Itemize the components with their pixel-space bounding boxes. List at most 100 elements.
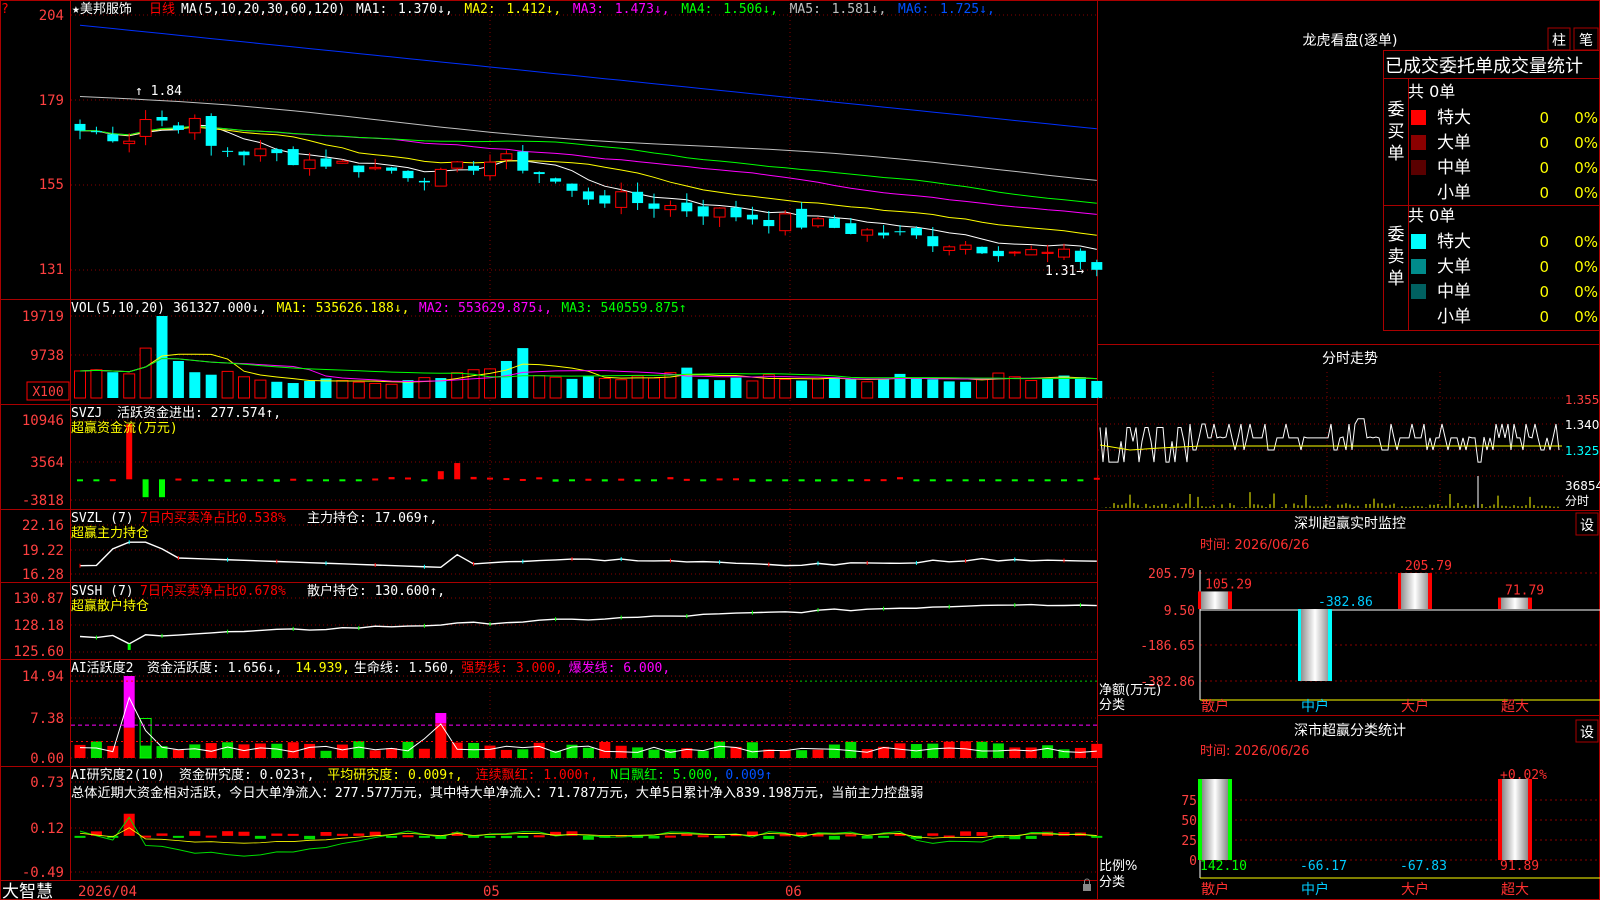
volume-bar xyxy=(352,381,365,399)
category-label: 散户 xyxy=(1201,881,1229,898)
main-chart-canvas[interactable]: ↑ 1.84 1.31→ 205.79 9.50 -186.65 -382.86 105.… xyxy=(0,0,1600,900)
flow-bar xyxy=(700,479,707,482)
order-pct: 0% xyxy=(1574,184,1598,202)
candle-body xyxy=(90,131,102,133)
flow-bar xyxy=(798,479,805,482)
candle-body xyxy=(664,205,677,211)
research-bar xyxy=(418,835,430,838)
order-pct: 0% xyxy=(1574,134,1598,152)
candle-body xyxy=(172,125,184,130)
svzj-line1: 活跃资金进出: 277.574↑, xyxy=(117,405,281,421)
candle-body xyxy=(369,166,382,170)
candle-body xyxy=(697,206,709,217)
y-tick: 1.340 xyxy=(1565,418,1599,432)
y-tick: 128.18 xyxy=(13,618,64,634)
retail-holding-line xyxy=(79,603,1097,645)
research-bar xyxy=(320,832,332,836)
y-tick: 75 xyxy=(1181,794,1197,809)
research-bar xyxy=(353,833,365,836)
candle-body xyxy=(451,161,464,169)
volume-bar xyxy=(254,379,267,399)
volume-bar xyxy=(976,378,988,399)
brand-logo[interactable]: 大智慧 xyxy=(2,882,53,900)
research-bar xyxy=(484,835,496,838)
candle-body xyxy=(796,208,808,228)
header-value: 强势线: 3.000, xyxy=(461,660,563,676)
intraday-panel[interactable] xyxy=(1098,372,1563,508)
period-label[interactable]: 日线 xyxy=(149,2,175,17)
flow-bar xyxy=(372,478,379,481)
stock-name[interactable]: ★美邦服饰 xyxy=(72,2,132,17)
flow-bar xyxy=(306,479,313,482)
order-type-label: 小单 xyxy=(1437,183,1471,203)
active-bar xyxy=(90,741,102,758)
volume-bar xyxy=(90,369,103,399)
research-bar xyxy=(648,835,660,839)
volume-bar xyxy=(107,372,119,398)
research-bar xyxy=(582,835,594,840)
candle-body xyxy=(861,229,874,236)
flow-bar xyxy=(995,479,1002,482)
vol-unit-box[interactable]: X100 xyxy=(26,381,70,401)
candle-body xyxy=(271,149,283,154)
svsh-white: 散户持仓: 130.600↑, xyxy=(307,583,445,599)
flow-bar xyxy=(601,479,608,482)
candle-body xyxy=(320,158,332,167)
research-bar xyxy=(1025,835,1037,839)
svzl-y-axis: 22.16 19.22 16.28 xyxy=(22,518,64,583)
candle-body xyxy=(943,246,956,251)
research-bar xyxy=(222,831,234,836)
svzj-line2: 超赢资金流(万元) xyxy=(71,420,178,436)
order-type-label: 特大 xyxy=(1437,232,1471,252)
monitor-bar-edge xyxy=(1528,597,1532,610)
order-pct: 0% xyxy=(1574,258,1598,276)
volume-bar xyxy=(156,316,168,398)
y-tick: 19.22 xyxy=(22,543,64,559)
vol-y-axis: 19719 9738 xyxy=(22,309,64,364)
group-label-char: 委 xyxy=(1388,100,1405,120)
category-label: 散户 xyxy=(1201,698,1229,715)
active-spike-base xyxy=(435,723,447,758)
monitor-bar-edge xyxy=(1328,609,1332,681)
ma-label: MA4: xyxy=(681,2,712,17)
research-bar xyxy=(878,835,890,838)
volume-bar xyxy=(189,372,201,398)
active-bar xyxy=(304,743,316,758)
research-bar xyxy=(402,835,414,838)
flow-bar xyxy=(470,476,477,480)
header-value: 爆发线: 6.000, xyxy=(569,660,671,676)
candle-body xyxy=(468,165,480,171)
header-value: 平均研究度: 0.009↑, xyxy=(327,767,462,783)
svsh-panel[interactable] xyxy=(79,603,1097,650)
active-bar xyxy=(976,741,988,758)
flow-bar xyxy=(864,479,871,482)
svzl-panel[interactable] xyxy=(79,540,1097,569)
candle-body xyxy=(205,116,217,146)
flow-bar xyxy=(454,463,461,480)
flow-bar xyxy=(437,471,444,480)
tick-mode-label: 笔 xyxy=(1579,33,1593,49)
svzl-title: SVZL (7) xyxy=(71,511,134,526)
monitor-bar-edge xyxy=(1228,591,1232,610)
kline-panel[interactable]: ↑ 1.84 1.31→ xyxy=(74,24,1103,279)
monitor-bar xyxy=(1400,573,1430,610)
flow-bar xyxy=(142,479,149,498)
research-bar xyxy=(172,835,184,838)
y-tick: -3818 xyxy=(22,493,64,509)
ma-line-1 xyxy=(79,124,1097,250)
active-bar xyxy=(222,742,234,758)
active-spike xyxy=(435,712,447,724)
ai-active-panel[interactable] xyxy=(71,676,1103,759)
order-count: 0 xyxy=(1539,159,1549,177)
candle-body xyxy=(500,153,513,161)
category-label: 大户 xyxy=(1401,698,1429,715)
volume-panel[interactable] xyxy=(74,316,1103,399)
flow-bar xyxy=(208,479,215,482)
candle-body xyxy=(156,116,168,121)
ai-research-panel[interactable] xyxy=(74,813,1103,857)
volume-bar xyxy=(697,379,709,398)
y-tick: 155 xyxy=(39,177,64,193)
svzj-panel[interactable] xyxy=(77,424,1100,498)
flow-bar xyxy=(1077,479,1084,482)
volume-bar xyxy=(369,382,382,399)
